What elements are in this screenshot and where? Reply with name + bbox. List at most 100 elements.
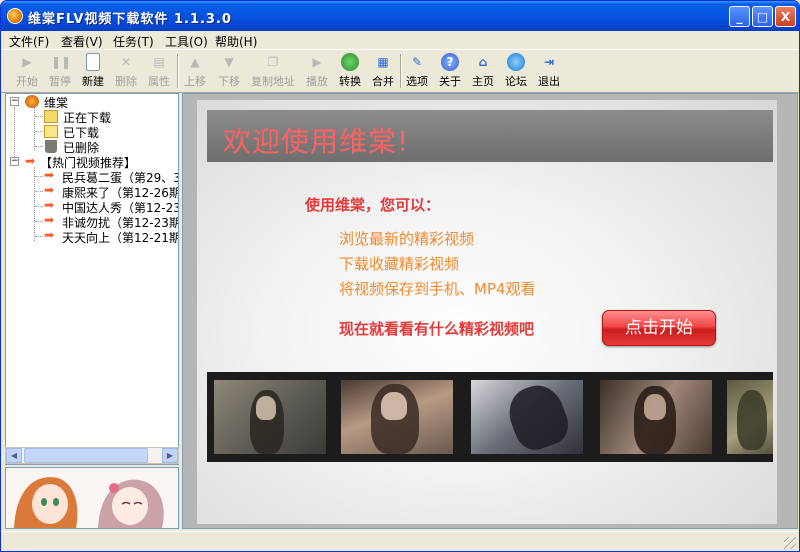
tree-node-video[interactable]: ➡ 天天向上（第12-21期） (6, 228, 178, 245)
feature-item: 下载收藏精彩视频 (339, 255, 460, 273)
app-logo-icon (25, 95, 39, 108)
forum-tool-button[interactable]: 论坛 (498, 53, 534, 91)
homepage-tool-button[interactable]: ⌂ 主页 (465, 53, 501, 91)
options-tool-label: 选项 (406, 75, 428, 88)
homepage-tool-label: 主页 (472, 75, 494, 88)
delete-tool-label: 删除 (115, 75, 137, 88)
welcome-title: 欢迎使用维棠! (223, 125, 410, 158)
play-tool-button[interactable]: ▶ 播放 (299, 53, 335, 91)
toolbar: ▶ 开始 ❚❚ 暂停 新建 ✕ 删除 ▤ 属性 ▲ 上移 ▼ 下移 ❐ 复制地址… (1, 49, 799, 93)
exit-tool-button[interactable]: ⇥ 退出 (531, 53, 567, 91)
status-bar (1, 531, 799, 551)
play-tool-label: 播放 (306, 75, 328, 88)
pause-tool-label: 暂停 (49, 75, 71, 88)
move-down-tool-label: 下移 (218, 75, 240, 88)
video-filmstrip (207, 372, 773, 462)
convert-tool-button[interactable]: 转换 (332, 53, 368, 91)
video-thumbnail[interactable] (341, 380, 453, 454)
tree-node-video[interactable]: ➡ 非诚勿扰（第12-23期） (6, 213, 178, 230)
about-tool-button[interactable]: ? 关于 (432, 53, 468, 91)
video-thumbnail[interactable] (471, 380, 583, 454)
feature-item: 浏览最新的精彩视频 (339, 230, 475, 248)
about-icon: ? (441, 53, 459, 71)
tree-node-video[interactable]: ➡ 中国达人秀（第12-23期 (6, 198, 178, 215)
tree-label: 天天向上（第12-21期） (62, 231, 178, 245)
arrow-right-icon: ➡ (44, 213, 55, 227)
main-window: 维棠FLV视频下载软件 1.1.3.0 _ □ X 文件(F) 查看(V) 任务… (0, 0, 800, 552)
merge-tool-button[interactable]: ▦ 合并 (365, 53, 401, 91)
video-thumbnail[interactable] (214, 380, 326, 454)
scroll-thumb[interactable] (24, 448, 148, 463)
close-button[interactable]: X (775, 6, 796, 27)
move-down-tool-button[interactable]: ▼ 下移 (211, 53, 247, 91)
tree-node-video[interactable]: ➡ 民兵葛二蛋（第29、30 (6, 169, 178, 185)
anime-banner-image (5, 467, 179, 529)
resize-grip-icon[interactable] (784, 537, 796, 549)
menu-help[interactable]: 帮助(H) (215, 33, 257, 50)
welcome-panel: 欢迎使用维棠! 使用维棠，您可以： 浏览最新的精彩视频 下载收藏精彩视频 将视频… (182, 93, 798, 529)
options-tool-button[interactable]: ✎ 选项 (399, 53, 435, 91)
homepage-icon: ⌂ (478, 55, 488, 69)
tree-node-deleted[interactable]: 已删除 (6, 139, 176, 155)
call-to-action-text: 现在就看看有什么精彩视频吧 (339, 320, 535, 338)
properties-tool-button[interactable]: ▤ 属性 (141, 53, 177, 91)
anime-art (6, 468, 178, 528)
video-thumbnail[interactable] (727, 380, 773, 454)
new-tool-label: 新建 (82, 75, 104, 88)
scroll-right-button[interactable]: ▶ (162, 448, 178, 463)
options-icon: ✎ (411, 55, 423, 69)
tree-expander[interactable]: − (10, 97, 19, 106)
menu-task[interactable]: 任务(T) (113, 33, 154, 50)
tree-node-video[interactable]: ➡ 康熙来了（第12-26期） (6, 183, 178, 200)
pause-tool-button[interactable]: ❚❚ 暂停 (42, 53, 78, 91)
arrow-right-icon: ➡ (44, 183, 55, 197)
task-tree[interactable]: − 维棠 正在下载 已下载 已删除 − ➡ 【热门视频推荐】 ➡ 民兵葛二蛋（第… (5, 93, 179, 465)
exit-icon: ⇥ (543, 55, 555, 69)
new-file-icon (86, 53, 100, 71)
properties-tool-label: 属性 (148, 75, 170, 88)
copy-address-tool-label: 复制地址 (251, 75, 295, 88)
convert-icon (341, 53, 359, 71)
move-up-icon: ▲ (190, 55, 200, 69)
welcome-page: 欢迎使用维棠! 使用维棠，您可以： 浏览最新的精彩视频 下载收藏精彩视频 将视频… (197, 100, 777, 524)
new-tool-button[interactable]: 新建 (75, 53, 111, 91)
about-tool-label: 关于 (439, 75, 461, 88)
tree-node-recommend[interactable]: − ➡ 【热门视频推荐】 (6, 154, 176, 170)
media-play-icon: ▶ (312, 55, 322, 69)
downloading-folder-icon (44, 110, 58, 123)
start-button[interactable]: 点击开始 (602, 310, 716, 346)
start-tool-button[interactable]: ▶ 开始 (9, 53, 45, 91)
maximize-button[interactable]: □ (752, 6, 773, 27)
move-up-tool-label: 上移 (184, 75, 206, 88)
minimize-button[interactable]: _ (729, 6, 750, 27)
move-up-tool-button[interactable]: ▲ 上移 (177, 53, 213, 91)
forum-icon (507, 53, 525, 71)
video-thumbnail[interactable] (600, 380, 712, 454)
horizontal-scrollbar[interactable]: ◀ ▶ (5, 447, 179, 464)
window-title: 维棠FLV视频下载软件 1.1.3.0 (28, 12, 232, 27)
welcome-intro: 使用维棠，您可以： (305, 196, 441, 214)
copy-address-icon: ❐ (267, 55, 279, 69)
tree-node-downloading[interactable]: 正在下载 (6, 109, 176, 125)
arrow-right-icon: ➡ (44, 198, 55, 212)
feature-item: 将视频保存到手机、MP4观看 (339, 280, 536, 298)
delete-icon: ✕ (120, 55, 132, 69)
menu-file[interactable]: 文件(F) (9, 33, 49, 50)
delete-tool-button[interactable]: ✕ 删除 (108, 53, 144, 91)
start-tool-label: 开始 (16, 75, 38, 88)
arrow-right-icon: ➡ (25, 154, 36, 168)
trash-icon (45, 140, 57, 153)
tree-node-downloaded[interactable]: 已下载 (6, 124, 176, 140)
merge-icon: ▦ (377, 55, 389, 69)
tree-node-root[interactable]: − 维棠 (6, 94, 176, 110)
scroll-left-button[interactable]: ◀ (6, 448, 22, 463)
arrow-right-icon: ➡ (44, 228, 55, 242)
pause-icon: ❚❚ (51, 55, 72, 69)
copy-address-tool-button[interactable]: ❐ 复制地址 (248, 53, 298, 91)
forum-tool-label: 论坛 (505, 75, 527, 88)
tree-expander[interactable]: − (10, 157, 19, 166)
welcome-header-bar: 欢迎使用维棠! (207, 110, 773, 162)
title-bar[interactable]: 维棠FLV视频下载软件 1.1.3.0 _ □ X (1, 1, 799, 31)
menu-view[interactable]: 查看(V) (61, 33, 103, 50)
menu-tools[interactable]: 工具(O) (165, 33, 208, 50)
